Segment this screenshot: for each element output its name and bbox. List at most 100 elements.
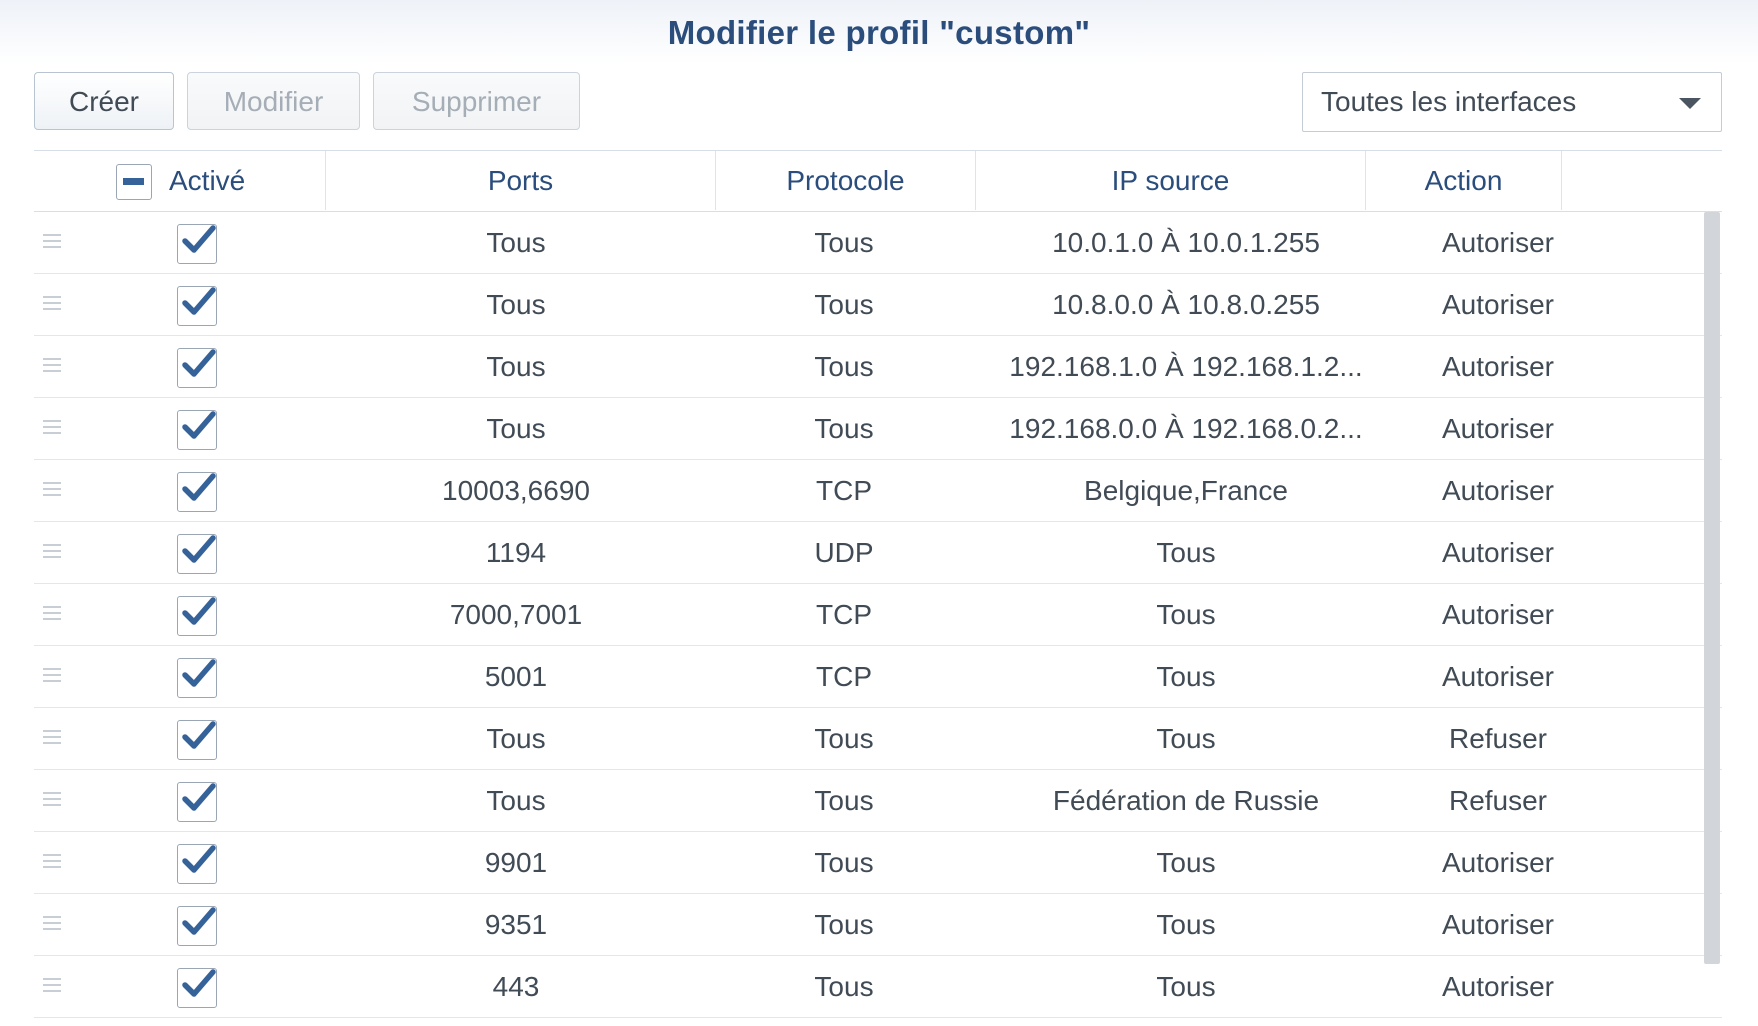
cell-protocol: Tous <box>814 785 874 816</box>
drag-handle-icon[interactable] <box>43 606 61 624</box>
cell-source-ip: Tous <box>1156 537 1216 568</box>
cell-source-ip: 10.8.0.0 À 10.8.0.255 <box>1052 289 1320 320</box>
chevron-down-icon <box>1679 98 1701 109</box>
vertical-scrollbar[interactable] <box>1704 212 1720 964</box>
cell-action: Autoriser <box>1441 227 1555 258</box>
cell-ports: Tous <box>486 723 546 754</box>
drag-handle-icon[interactable] <box>43 668 61 686</box>
table-row[interactable]: Tous Tous 10.8.0.0 À 10.8.0.255 Autoriser <box>34 274 1722 336</box>
table-body: Tous Tous 10.0.1.0 À 10.0.1.255 Autoriser To… <box>34 212 1722 1018</box>
table-row[interactable]: Tous Tous Fédération de Russie Refuser <box>34 770 1722 832</box>
cell-protocol: Tous <box>814 723 874 754</box>
select-all-checkbox[interactable] <box>116 164 152 200</box>
column-label-enabled: Activé <box>169 165 246 196</box>
cell-action: Refuser <box>1448 723 1548 754</box>
drag-handle-icon[interactable] <box>43 482 61 500</box>
table-row[interactable]: 5001 TCP Tous Autoriser <box>34 646 1722 708</box>
minus-icon <box>123 178 144 185</box>
cell-protocol: TCP <box>816 475 872 506</box>
table-row[interactable]: 9901 Tous Tous Autoriser <box>34 832 1722 894</box>
drag-handle-icon[interactable] <box>43 420 61 438</box>
table-row[interactable]: Tous Tous 192.168.1.0 À 192.168.1.2... Auto… <box>34 336 1722 398</box>
rules-table: Activé Ports Protocole IP source Action … <box>34 150 1722 1020</box>
cell-source-ip: 192.168.0.0 À 192.168.0.2... <box>1009 413 1363 444</box>
table-row[interactable]: Tous Tous 192.168.0.0 À 192.168.0.2... Auto… <box>34 398 1722 460</box>
edit-button[interactable]: Modifier <box>187 72 360 130</box>
cell-ports: 5001 <box>484 661 548 692</box>
enabled-checkbox[interactable] <box>177 596 217 636</box>
dialog-title: Modifier le profil "custom" <box>667 14 1091 51</box>
drag-handle-icon[interactable] <box>43 916 61 934</box>
cell-protocol: UDP <box>814 537 874 568</box>
cell-ports: 443 <box>492 971 540 1002</box>
enabled-checkbox[interactable] <box>177 782 217 822</box>
cell-source-ip: Fédération de Russie <box>1052 785 1320 816</box>
cell-ports: Tous <box>486 351 546 382</box>
drag-handle-icon[interactable] <box>43 978 61 996</box>
cell-ports: Tous <box>486 785 546 816</box>
table-row[interactable]: 443 Tous Tous Autoriser <box>34 956 1722 1018</box>
table-row[interactable]: Tous Tous 10.0.1.0 À 10.0.1.255 Autoriser <box>34 212 1722 274</box>
drag-handle-icon[interactable] <box>43 296 61 314</box>
table-header: Activé Ports Protocole IP source Action <box>34 150 1722 212</box>
dialog-header: Modifier le profil "custom" <box>0 0 1758 64</box>
table-row[interactable]: 9351 Tous Tous Autoriser <box>34 894 1722 956</box>
create-button[interactable]: Créer <box>34 72 174 130</box>
enabled-checkbox[interactable] <box>177 844 217 884</box>
drag-handle-icon[interactable] <box>43 358 61 376</box>
cell-source-ip: Tous <box>1156 723 1216 754</box>
cell-action: Autoriser <box>1441 351 1555 382</box>
cell-action: Autoriser <box>1441 661 1555 692</box>
cell-protocol: Tous <box>814 971 874 1002</box>
column-header-action[interactable]: Action <box>1366 151 1562 210</box>
enabled-checkbox[interactable] <box>177 968 217 1008</box>
cell-source-ip: 10.0.1.0 À 10.0.1.255 <box>1052 227 1320 258</box>
cell-protocol: Tous <box>814 909 874 940</box>
cell-ports: 10003,6690 <box>442 475 590 506</box>
table-row[interactable]: 7000,7001 TCP Tous Autoriser <box>34 584 1722 646</box>
cell-source-ip: Tous <box>1156 971 1216 1002</box>
cell-source-ip: Tous <box>1156 661 1216 692</box>
cell-ports: Tous <box>486 413 546 444</box>
drag-handle-icon[interactable] <box>43 854 61 872</box>
cell-source-ip: Tous <box>1156 909 1216 940</box>
cell-ports: 7000,7001 <box>449 599 583 630</box>
cell-protocol: Tous <box>814 847 874 878</box>
cell-ports: 9351 <box>484 909 548 940</box>
cell-ports: Tous <box>486 227 546 258</box>
cell-source-ip: Tous <box>1156 599 1216 630</box>
drag-handle-icon[interactable] <box>43 730 61 748</box>
column-header-enabled[interactable]: Activé <box>34 151 326 210</box>
interface-select[interactable]: Toutes les interfaces <box>1302 72 1722 132</box>
enabled-checkbox[interactable] <box>177 224 217 264</box>
enabled-checkbox[interactable] <box>177 658 217 698</box>
cell-protocol: Tous <box>814 351 874 382</box>
cell-action: Autoriser <box>1441 847 1555 878</box>
enabled-checkbox[interactable] <box>177 286 217 326</box>
cell-protocol: Tous <box>814 413 874 444</box>
enabled-checkbox[interactable] <box>177 410 217 450</box>
cell-ports: 9901 <box>484 847 548 878</box>
drag-handle-icon[interactable] <box>43 792 61 810</box>
cell-source-ip: Tous <box>1156 847 1216 878</box>
cell-protocol: Tous <box>814 289 874 320</box>
delete-button[interactable]: Supprimer <box>373 72 580 130</box>
column-header-protocol[interactable]: Protocole <box>716 151 976 210</box>
enabled-checkbox[interactable] <box>177 472 217 512</box>
drag-handle-icon[interactable] <box>43 234 61 252</box>
cell-action: Autoriser <box>1441 413 1555 444</box>
enabled-checkbox[interactable] <box>177 534 217 574</box>
column-header-source-ip[interactable]: IP source <box>976 151 1366 210</box>
cell-action: Autoriser <box>1441 537 1555 568</box>
enabled-checkbox[interactable] <box>177 906 217 946</box>
table-row[interactable]: 10003,6690 TCP Belgique,France Autoriser <box>34 460 1722 522</box>
cell-protocol: Tous <box>814 227 874 258</box>
cell-action: Autoriser <box>1441 475 1555 506</box>
table-row[interactable]: 1194 UDP Tous Autoriser <box>34 522 1722 584</box>
table-row[interactable]: Tous Tous Tous Refuser <box>34 708 1722 770</box>
interface-select-value: Toutes les interfaces <box>1321 86 1577 117</box>
column-header-ports[interactable]: Ports <box>326 151 716 210</box>
enabled-checkbox[interactable] <box>177 348 217 388</box>
enabled-checkbox[interactable] <box>177 720 217 760</box>
drag-handle-icon[interactable] <box>43 544 61 562</box>
